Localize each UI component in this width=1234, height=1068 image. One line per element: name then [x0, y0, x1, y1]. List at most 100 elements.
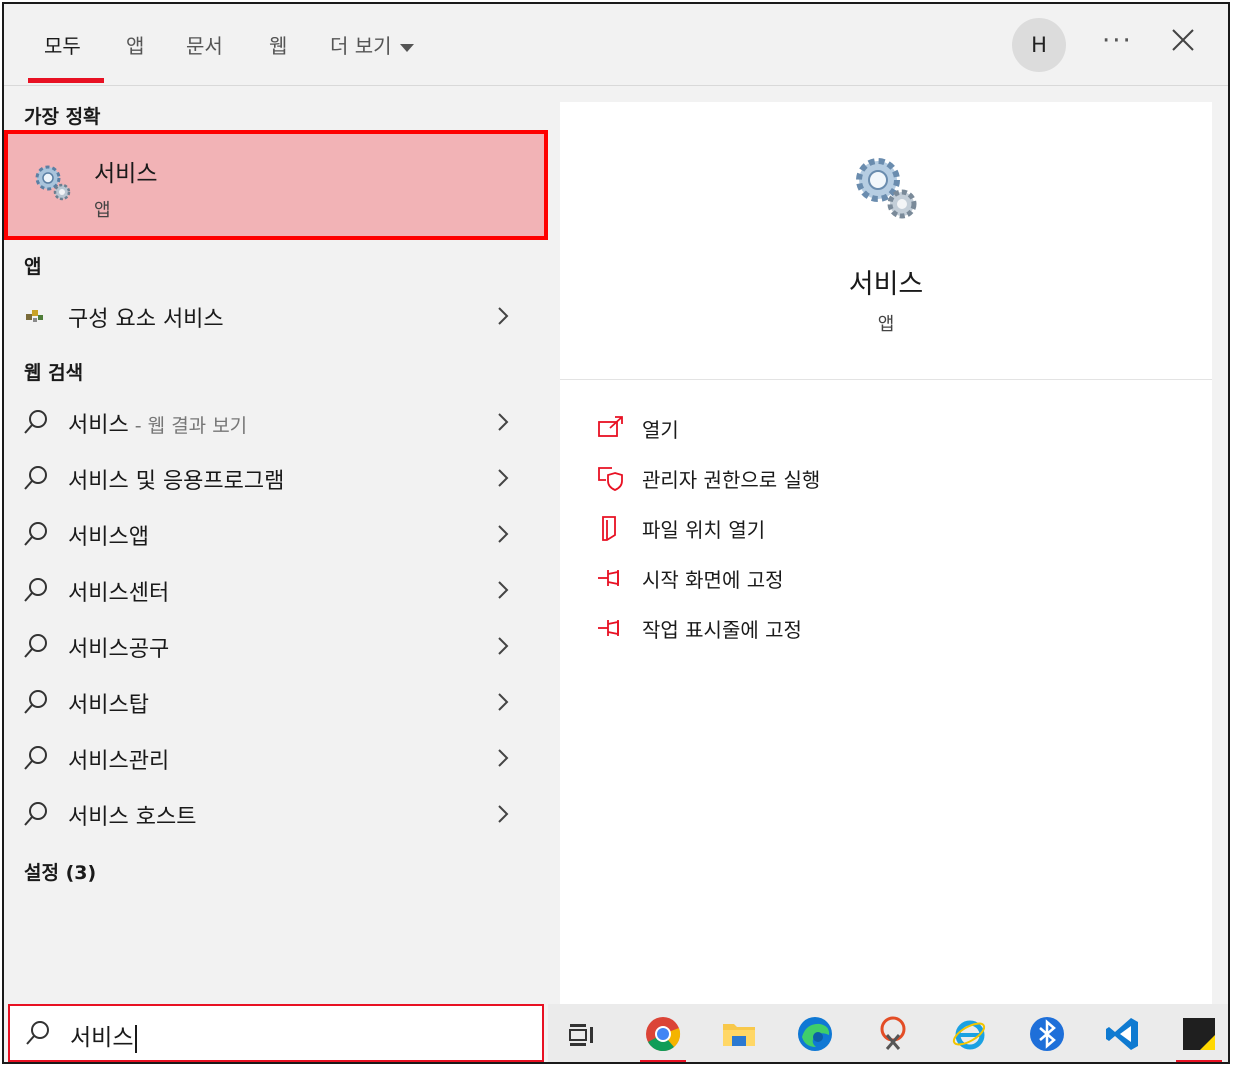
search-input-value: 서비스 [70, 1018, 138, 1053]
action-label: 시작 화면에 고정 [642, 568, 784, 592]
search-icon [24, 746, 47, 770]
tab-more[interactable]: 더 보기 [330, 30, 414, 59]
tab-more-label: 더 보기 [330, 34, 392, 58]
app-result-label: 구성 요소 서비스 [68, 307, 224, 332]
caret-down-icon [399, 43, 414, 52]
search-icon [24, 690, 47, 714]
web-result[interactable]: 서비스관리 [4, 732, 544, 784]
file-explorer-icon [723, 1024, 755, 1046]
internet-explorer-icon [952, 1020, 986, 1050]
search-icon [26, 1021, 49, 1045]
web-result-hint: - 웹 결과 보기 [128, 415, 248, 437]
web-result-label: 서비스관리 [68, 749, 170, 774]
chrome-icon [646, 1017, 681, 1052]
section-web-search: 웹 검색 [24, 362, 84, 384]
top-bar: 모두 앱 문서 웹 더 보기 H ··· [4, 4, 1228, 86]
action-label: 관리자 권한으로 실행 [642, 468, 821, 492]
services-gear-icon [35, 165, 71, 201]
task-view-icon [569, 1024, 593, 1046]
tab-all[interactable]: 모두 [44, 30, 81, 59]
tab-documents[interactable]: 문서 [186, 30, 223, 59]
running-indicator [1176, 1060, 1222, 1062]
chevron-right-icon [498, 749, 509, 767]
chevron-right-icon [498, 693, 509, 711]
preview-title: 서비스 [848, 269, 924, 300]
section-settings[interactable]: 설정 (3) [24, 858, 96, 885]
action-label: 파일 위치 열기 [642, 518, 766, 542]
web-result[interactable]: 서비스센터 [4, 564, 544, 616]
search-icon [24, 634, 47, 658]
internet-explorer-button[interactable] [950, 1015, 988, 1053]
pin-icon [598, 570, 619, 586]
web-result-label: 서비스 - 웹 결과 보기 [68, 407, 247, 439]
web-result-label: 서비스탑 [68, 693, 149, 718]
snipping-tool-icon [880, 1016, 906, 1050]
file-explorer-button[interactable] [720, 1015, 758, 1053]
chevron-right-icon [498, 413, 509, 431]
account-avatar[interactable]: H [1012, 18, 1066, 72]
search-icon [24, 466, 47, 490]
divider [560, 379, 1212, 380]
taskbar [548, 1004, 1228, 1062]
action-label: 열기 [642, 418, 679, 442]
best-match-result[interactable]: 서비스 앱 [4, 130, 548, 240]
search-icon [24, 410, 47, 434]
close-button[interactable] [1167, 24, 1199, 56]
bluetooth-icon [1030, 1017, 1064, 1051]
close-icon [1172, 29, 1194, 51]
tab-apps[interactable]: 앱 [126, 30, 144, 59]
snipping-tool-button[interactable] [874, 1015, 912, 1053]
shield-icon [598, 467, 623, 491]
chevron-right-icon [498, 525, 509, 543]
section-apps: 앱 [24, 256, 42, 278]
web-result[interactable]: 서비스공구 [4, 620, 544, 672]
web-result[interactable]: 서비스탑 [4, 676, 544, 728]
edge-icon [798, 1017, 832, 1051]
web-result[interactable]: 서비스 호스트 [4, 788, 544, 840]
chevron-right-icon [498, 637, 509, 655]
app-result-component-services[interactable]: 구성 요소 서비스 [4, 290, 544, 342]
file-location-icon [602, 516, 616, 541]
text-cursor [135, 1024, 138, 1053]
edge-button[interactable] [796, 1015, 834, 1053]
chrome-button[interactable] [640, 1015, 686, 1062]
chevron-right-icon [498, 307, 509, 325]
tab-web[interactable]: 웹 [269, 30, 287, 59]
vscode-button[interactable] [1104, 1015, 1142, 1053]
best-match-title: 서비스 [94, 161, 158, 187]
web-result-label: 서비스공구 [68, 637, 170, 662]
sticky-notes-icon [1183, 1018, 1215, 1050]
web-result[interactable]: 서비스 - 웹 결과 보기 [4, 396, 544, 448]
action-label: 작업 표시줄에 고정 [642, 618, 802, 642]
web-result-label: 서비스 호스트 [68, 805, 197, 830]
chevron-right-icon [498, 581, 509, 599]
bluetooth-app-button[interactable] [1028, 1015, 1066, 1053]
web-result[interactable]: 서비스 및 응용프로그램 [4, 452, 544, 504]
section-best-match: 가장 정확 [24, 106, 101, 128]
sticky-notes-button[interactable] [1176, 1015, 1222, 1062]
search-icon [24, 578, 47, 602]
results-pane: 가장 정확 서비스 앱 앱 구성 요소 서비스 웹 검색 서비스 - 웹 결과 … [4, 86, 548, 1006]
chevron-right-icon [498, 469, 509, 487]
search-icon [24, 522, 47, 546]
pin-icon [598, 620, 619, 636]
active-tab-indicator [28, 78, 104, 83]
search-icon [24, 802, 47, 826]
web-result[interactable]: 서비스앱 [4, 508, 544, 560]
web-result-label: 서비스센터 [68, 581, 170, 606]
running-indicator [640, 1060, 686, 1062]
search-input[interactable]: 서비스 [8, 1004, 544, 1062]
component-services-icon [26, 310, 43, 322]
open-icon [598, 416, 623, 437]
vscode-icon [1106, 1018, 1138, 1050]
web-result-label: 서비스앱 [68, 525, 149, 550]
search-query: 서비스 [70, 1025, 134, 1051]
web-result-text: 서비스 [68, 413, 129, 438]
preview-pane: 서비스 앱 열기 관리자 권한으로 실행 파일 위치 열기 시작 화면에 고정 … [560, 102, 1212, 1004]
preview-subtitle: 앱 [877, 314, 895, 335]
chevron-right-icon [498, 805, 509, 823]
search-window: 모두 앱 문서 웹 더 보기 H ··· 가장 정확 서비스 앱 앱 구성 요소… [2, 2, 1230, 1064]
more-options-button[interactable]: ··· [1102, 26, 1133, 56]
task-view-button[interactable] [564, 1015, 602, 1053]
services-gear-icon [856, 158, 917, 219]
